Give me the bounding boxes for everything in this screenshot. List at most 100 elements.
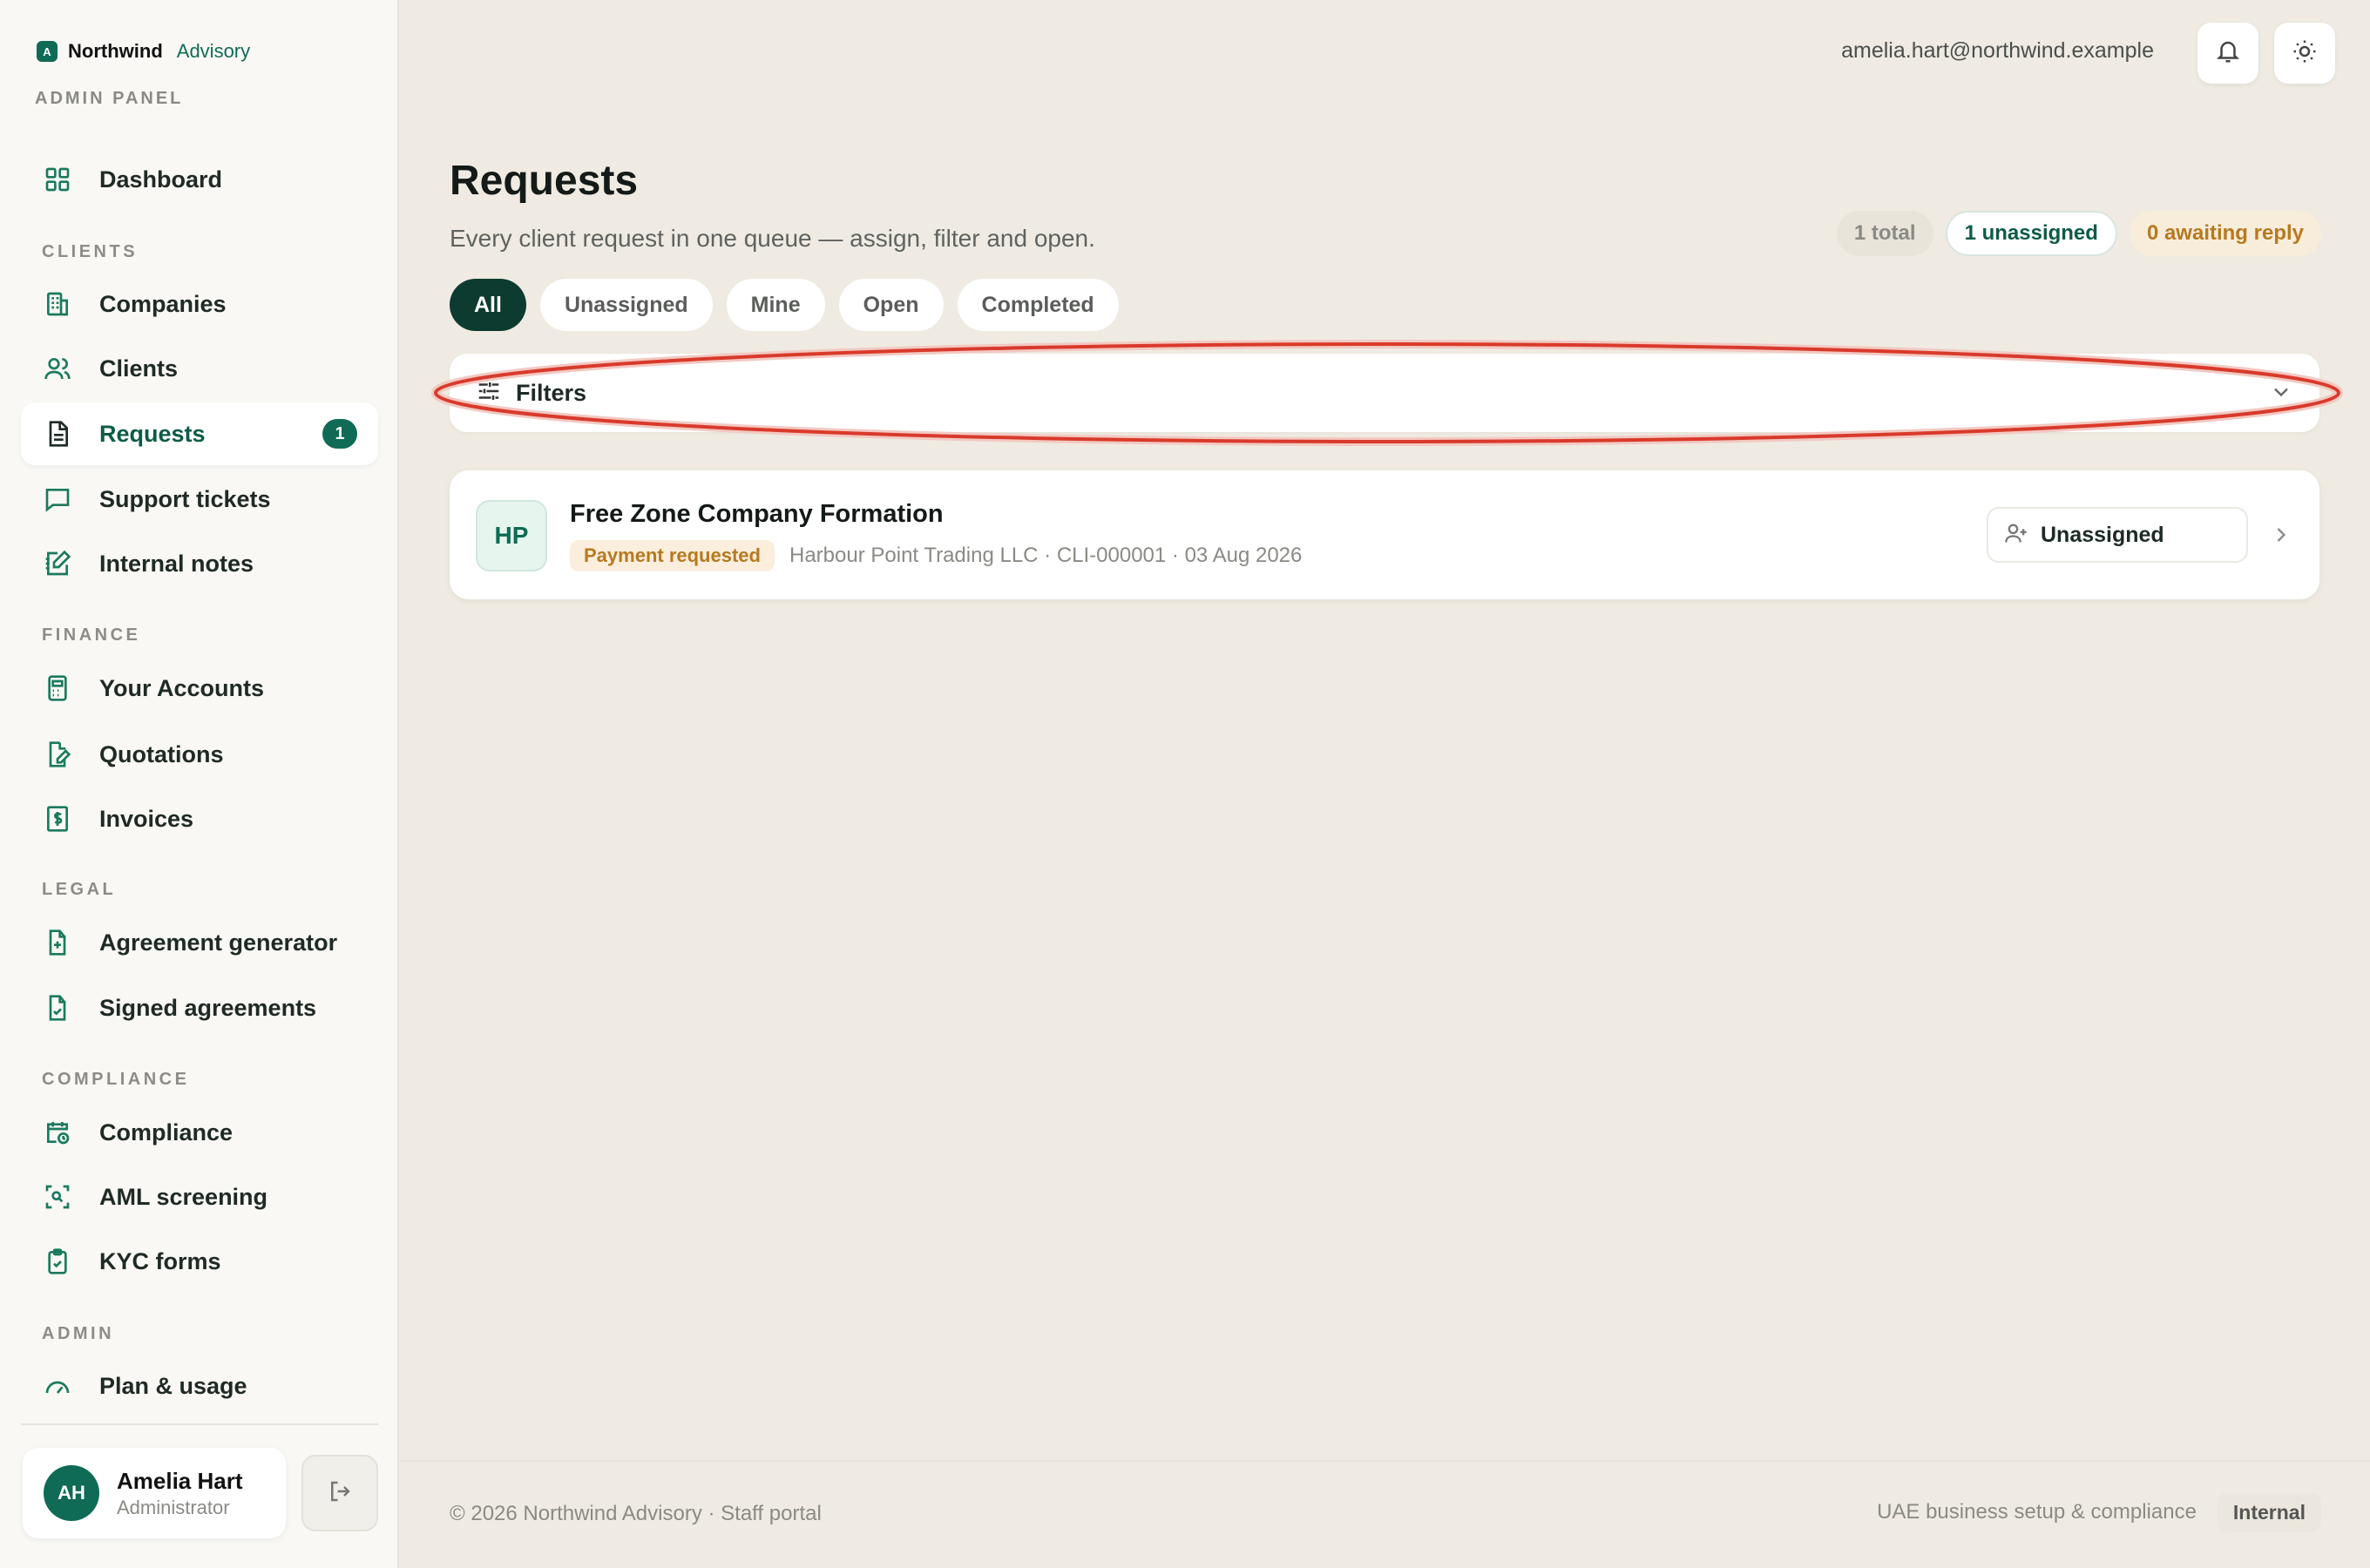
footer-right: UAE business setup & compliance Internal (1877, 1493, 2321, 1531)
nav-section-clients: CLIENTS (42, 242, 139, 261)
nav-section-compliance: COMPLIANCE (42, 1070, 190, 1089)
sidebar-item-label: Clients (99, 355, 179, 382)
tab-all[interactable]: All (450, 279, 526, 331)
sidebar-item-label: Companies (99, 290, 227, 317)
sidebar-item-clients[interactable]: Clients (21, 337, 378, 400)
dollar-receipt-icon (42, 803, 73, 835)
tab-mine[interactable]: Mine (726, 279, 825, 331)
building-icon (42, 288, 73, 320)
sidebar-item-label: Agreement generator (99, 929, 338, 956)
calculator-icon (42, 672, 73, 704)
sidebar: A Northwind Advisory ADMIN PANEL Dashboa… (0, 0, 399, 1568)
gauge-icon (42, 1370, 73, 1402)
sidebar-item-label: AML screening (99, 1183, 268, 1210)
logout-icon (327, 1478, 353, 1509)
user-plus-icon (2004, 521, 2028, 550)
sidebar-item-label: Internal notes (99, 550, 254, 577)
footer-copyright: © 2026 Northwind Advisory · Staff portal (450, 1502, 822, 1525)
tab-completed[interactable]: Completed (957, 279, 1119, 331)
sidebar-item-plan-usage[interactable]: Plan & usage (21, 1355, 378, 1417)
user-role: Administrator (117, 1496, 230, 1518)
file-plus-icon (42, 927, 73, 958)
stat-pills: 1 total 1 unassigned 0 awaiting reply (1836, 211, 2321, 256)
bell-icon (2215, 38, 2241, 69)
user-card[interactable]: AH Amelia Hart Administrator (23, 1448, 286, 1538)
status-badge: Payment requested (570, 540, 775, 571)
footer-divider (401, 1460, 2370, 1462)
brand[interactable]: A Northwind Advisory (37, 40, 250, 63)
chat-icon (42, 483, 73, 515)
sun-icon (2292, 38, 2318, 69)
file-check-icon (42, 992, 73, 1024)
sidebar-item-agreement-generator[interactable]: Agreement generator (21, 911, 378, 974)
calendar-clock-icon (42, 1117, 73, 1148)
sidebar-item-label: Compliance (99, 1119, 234, 1146)
sidebar-item-dashboard[interactable]: Dashboard (21, 148, 378, 211)
user-info: Amelia Hart Administrator (117, 1468, 243, 1519)
user-email: amelia.hart@northwind.example (1841, 38, 2154, 63)
sidebar-item-label: Plan & usage (99, 1372, 247, 1399)
theme-toggle-button[interactable] (2274, 23, 2335, 84)
chevron-down-icon (2269, 380, 2293, 409)
requests-count-badge: 1 (322, 419, 357, 449)
sidebar-item-invoices[interactable]: Invoices (21, 787, 378, 850)
footer-tagline: UAE business setup & compliance (1877, 1500, 2197, 1524)
sliders-icon (476, 378, 502, 409)
sidebar-item-label: Dashboard (99, 166, 223, 193)
sidebar-item-label: Requests (99, 420, 206, 447)
stat-unassigned-badge: 1 unassigned (1945, 211, 2117, 256)
grid-icon (42, 164, 73, 195)
brand-name: Northwind (68, 40, 163, 62)
assign-button[interactable]: Unassigned (1987, 507, 2248, 563)
sidebar-item-label: Signed agreements (99, 994, 317, 1021)
assign-label: Unassigned (2041, 522, 2164, 547)
filter-tabs: All Unassigned Mine Open Completed (450, 279, 1119, 331)
sidebar-item-compliance[interactable]: Compliance (21, 1101, 378, 1164)
filters-toggle[interactable]: Filters (450, 354, 2319, 432)
request-title: Free Zone Company Formation (570, 500, 944, 528)
sidebar-item-aml-screening[interactable]: AML screening (21, 1166, 378, 1228)
sidebar-item-label: Quotations (99, 740, 224, 767)
chevron-right-icon[interactable] (2269, 523, 2293, 551)
sidebar-item-your-accounts[interactable]: Your Accounts (21, 657, 378, 720)
sidebar-item-requests[interactable]: Requests 1 (21, 402, 378, 465)
brand-sub: Advisory (176, 40, 251, 62)
note-edit-icon (42, 548, 73, 579)
stat-total-badge: 1 total (1836, 211, 1933, 256)
sidebar-item-support-tickets[interactable]: Support tickets (21, 468, 378, 531)
user-name: Amelia Hart (117, 1467, 243, 1494)
stat-awaiting-badge: 0 awaiting reply (2129, 211, 2321, 256)
avatar: AH (44, 1465, 99, 1521)
sidebar-item-companies[interactable]: Companies (21, 273, 378, 335)
tab-unassigned[interactable]: Unassigned (539, 279, 713, 331)
request-avatar: HP (476, 500, 547, 571)
sidebar-item-label: Invoices (99, 805, 194, 832)
sidebar-item-quotations[interactable]: Quotations (21, 723, 378, 786)
sidebar-divider (21, 1423, 378, 1425)
sidebar-item-label: Your Accounts (99, 674, 265, 701)
sidebar-item-signed-agreements[interactable]: Signed agreements (21, 977, 378, 1039)
users-icon (42, 353, 73, 384)
scan-search-icon (42, 1181, 73, 1213)
nav-section-legal: LEGAL (42, 880, 117, 899)
notifications-button[interactable] (2197, 23, 2258, 84)
sidebar-item-kyc-forms[interactable]: KYC forms (21, 1230, 378, 1293)
footer-badge: Internal (2217, 1493, 2321, 1531)
page-title: Requests (450, 158, 639, 204)
brand-logo: A (37, 41, 58, 62)
file-edit-icon (42, 739, 73, 770)
page-subtitle: Every client request in one queue — assi… (450, 225, 1095, 252)
nav-section-admin: ADMIN (42, 1324, 115, 1343)
sidebar-item-label: KYC forms (99, 1247, 221, 1274)
sidebar-item-label: Support tickets (99, 485, 271, 512)
sidebar-item-internal-notes[interactable]: Internal notes (21, 532, 378, 595)
clipboard-check-icon (42, 1246, 73, 1277)
document-icon (42, 418, 73, 449)
request-card[interactable]: HP Free Zone Company Formation Payment r… (450, 470, 2319, 599)
tab-open[interactable]: Open (838, 279, 944, 331)
logout-button[interactable] (301, 1455, 378, 1531)
request-meta: Harbour Point Trading LLC · CLI-000001 ·… (789, 544, 1303, 567)
filters-label: Filters (516, 379, 587, 406)
nav-section-finance: FINANCE (42, 625, 141, 645)
panel-label: ADMIN PANEL (35, 89, 184, 108)
